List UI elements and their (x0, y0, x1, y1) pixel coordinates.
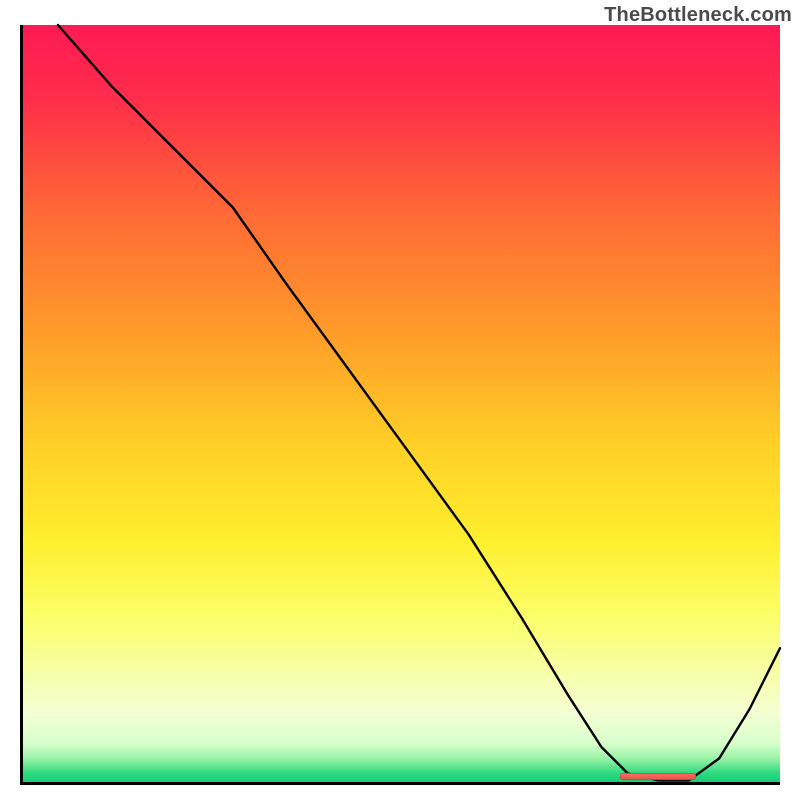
chart-container: TheBottleneck.com (0, 0, 800, 800)
baseline-marker (620, 773, 696, 780)
line-series (20, 25, 780, 785)
watermark-label: TheBottleneck.com (604, 4, 792, 27)
plot-area (20, 25, 780, 785)
